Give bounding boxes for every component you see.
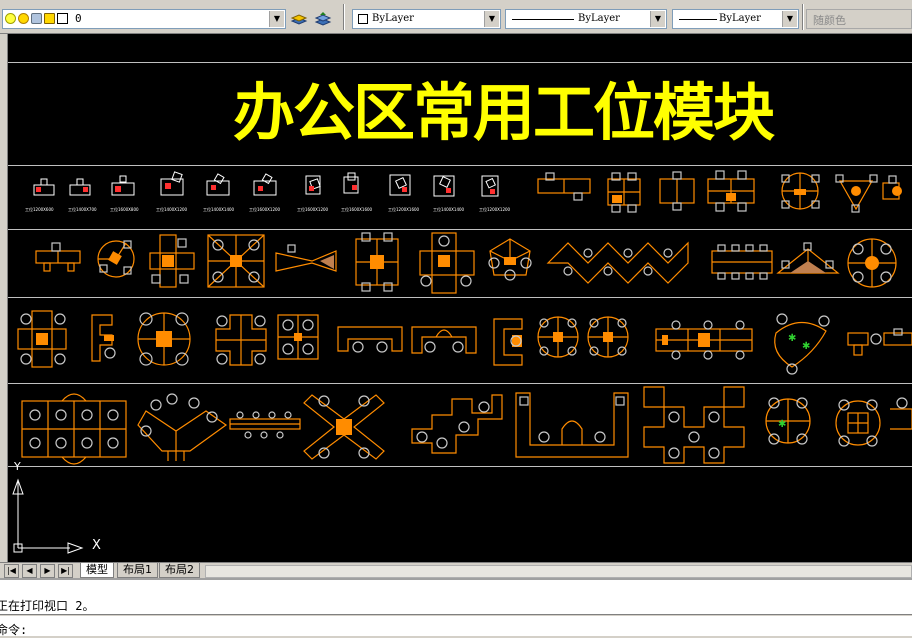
border-line [8, 297, 912, 298]
make-object-layer-current-button[interactable] [288, 9, 310, 29]
svg-text:工位1600X1200: 工位1600X1200 [249, 206, 281, 212]
layer-viewport-icon[interactable] [31, 13, 42, 24]
command-window[interactable]: 正在打印视口 2。 命令: [0, 578, 912, 638]
border-line [8, 383, 912, 384]
border-line [8, 229, 912, 230]
ucs-x-label: X [92, 538, 101, 553]
layers-previous-icon [314, 12, 332, 26]
lineweight-value: ByLayer [719, 13, 761, 24]
chevron-down-icon[interactable]: ▼ [782, 11, 797, 27]
linetype-control-dropdown[interactable]: ByLayer ▼ [505, 9, 667, 29]
next-tab-button[interactable]: ▶ [40, 564, 55, 578]
layout-tab-bar: |◀ ◀ ▶ ▶| 模型 布局1 布局2 [0, 562, 912, 578]
svg-text:工位1400X1200: 工位1400X1200 [156, 206, 188, 212]
svg-text:工位1200X600: 工位1200X600 [25, 206, 54, 212]
ucs-icon [12, 478, 84, 554]
plot-style-value: 随颜色 [813, 14, 846, 27]
layer-state-icons [5, 13, 68, 25]
color-value: ByLayer [372, 13, 414, 24]
workstation-row-4: ✱ [21, 386, 912, 465]
lineweight-control-dropdown[interactable]: ByLayer ▼ [672, 9, 799, 29]
svg-text:工位1200X1200: 工位1200X1200 [479, 206, 511, 212]
command-prompt[interactable]: 命令: [0, 621, 27, 638]
tab-layout1[interactable]: 布局1 [117, 563, 158, 578]
last-tab-button[interactable]: ▶| [58, 564, 73, 578]
svg-text:工位1400X1400: 工位1400X1400 [433, 206, 465, 212]
svg-text:工位1600X1200: 工位1600X1200 [297, 206, 329, 212]
layer-lock-icon[interactable] [44, 13, 55, 24]
layer-dropdown[interactable]: 0 ▼ [2, 9, 286, 29]
layers-stack-icon [290, 14, 308, 25]
workstation-row-2 [35, 232, 897, 294]
workstation-row-3: ✱✱ [17, 310, 912, 375]
color-swatch [358, 14, 368, 24]
tab-model[interactable]: 模型 [80, 563, 114, 578]
layer-previous-button[interactable] [312, 9, 334, 29]
chevron-down-icon[interactable]: ▼ [650, 11, 665, 27]
current-layer-name: 0 [75, 12, 82, 25]
svg-text:✱: ✱ [802, 341, 810, 352]
linetype-value: ByLayer [578, 13, 620, 24]
drawing-window-frame [0, 34, 8, 562]
toolbar-separator [802, 4, 804, 30]
workstation-row-1: 工位1200X600 工位1400X700 工位1600X800 工位1400X12… [25, 170, 902, 213]
ucs-y-label: Y [14, 460, 21, 473]
horizontal-scrollbar[interactable] [205, 565, 912, 578]
svg-text:工位1400X700: 工位1400X700 [68, 206, 97, 212]
svg-text:✱: ✱ [778, 419, 786, 430]
first-tab-button[interactable]: |◀ [4, 564, 19, 578]
svg-text:工位1600X1600: 工位1600X1600 [341, 206, 373, 212]
model-space-canvas[interactable]: 办公区常用工位模块 工位1200X600 工位1400X700 工位1600X800… [8, 34, 912, 562]
command-separator [0, 614, 912, 616]
svg-text:工位1600X800: 工位1600X800 [110, 206, 139, 212]
layer-color-swatch[interactable] [57, 13, 68, 24]
tab-layout2[interactable]: 布局2 [159, 563, 200, 578]
chevron-down-icon[interactable]: ▼ [269, 11, 284, 27]
border-line [8, 165, 912, 166]
svg-text:工位1200X1600: 工位1200X1600 [388, 206, 420, 212]
lineweight-preview [679, 19, 717, 20]
toolbar-separator [343, 4, 345, 30]
svg-text:工位1400X1400: 工位1400X1400 [203, 206, 235, 212]
chevron-down-icon[interactable]: ▼ [484, 11, 499, 27]
prev-tab-button[interactable]: ◀ [22, 564, 37, 578]
color-control-dropdown[interactable]: ByLayer ▼ [352, 9, 501, 29]
drawing-title: 办公区常用工位模块 [233, 76, 775, 149]
linetype-preview [512, 19, 574, 20]
command-history-line: 正在打印视口 2。 [0, 599, 95, 613]
properties-toolbar: 0 ▼ ByLayer ▼ ByLayer ▼ ByLayer ▼ 随颜色 [0, 0, 912, 34]
border-line [8, 62, 912, 63]
layer-freeze-sun-icon[interactable] [18, 13, 29, 24]
svg-text:✱: ✱ [788, 333, 796, 344]
plot-style-control-dropdown: 随颜色 [806, 9, 912, 29]
border-line [8, 466, 912, 467]
layer-on-bulb-icon[interactable] [5, 13, 16, 24]
